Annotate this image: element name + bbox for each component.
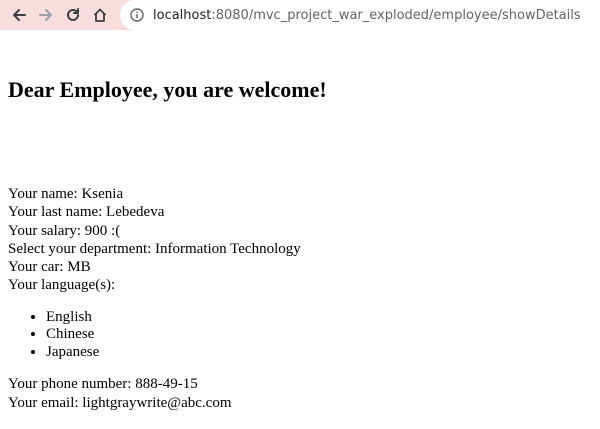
url-path: :8080/mvc_project_war_exploded/employee/… [211,7,581,23]
language-item: Japanese [46,344,592,362]
email-line: Your email: lightgraywrite@abc.com [8,394,232,411]
department-line: Select your department: Information Tech… [8,240,301,257]
reload-icon [67,8,79,21]
page-content: Dear Employee, you are welcome! Your nam… [0,77,600,412]
employee-details: Your name: Ksenia Your last name: Lebede… [8,185,592,412]
forward-arrow-icon [39,9,52,21]
address-bar[interactable]: localhost:8080/mvc_project_war_exploded/… [120,0,600,30]
language-item: Chinese [46,326,592,344]
reload-button[interactable] [61,3,85,27]
browser-toolbar: localhost:8080/mvc_project_war_exploded/… [0,0,600,30]
page-heading: Dear Employee, you are welcome! [8,77,327,102]
language-item: English [46,309,592,327]
home-icon [93,8,107,22]
car-line: Your car: MB [8,259,91,276]
languages-label: Your language(s): [8,277,116,294]
name-line: Your name: Ksenia [8,186,124,202]
phone-line: Your phone number: 888-49-15 [8,376,198,393]
last-name-line: Your last name: Lebedeva [8,204,165,221]
info-icon[interactable] [130,8,144,22]
forward-button[interactable] [34,3,58,27]
salary-line: Your salary: 900 :( [8,222,121,239]
back-arrow-icon [13,9,26,21]
back-button[interactable] [7,3,31,27]
url-host: localhost [153,7,212,23]
home-button[interactable] [88,3,112,27]
languages-list: English Chinese Japanese [8,309,592,362]
url-text: localhost:8080/mvc_project_war_exploded/… [153,8,581,23]
